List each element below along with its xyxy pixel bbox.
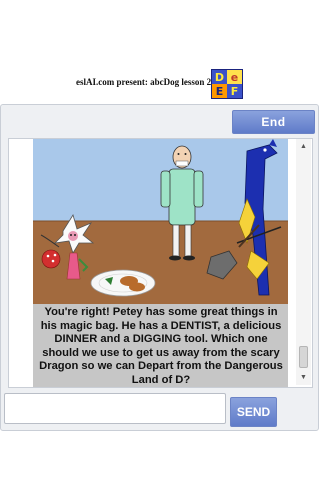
dinner-plate: [90, 269, 156, 297]
scroll-up-icon[interactable]: ▲: [298, 141, 309, 152]
page-title: eslAI.com present: abcDog lesson 2: [76, 77, 212, 87]
scroll-down-icon[interactable]: ▼: [298, 372, 309, 383]
lesson-illustration: [33, 139, 288, 304]
logo-letter: F: [227, 84, 242, 98]
end-button[interactable]: End: [232, 110, 315, 134]
chat-scrollbar[interactable]: ▲ ▼: [296, 139, 311, 385]
logo-letter: E: [212, 84, 227, 98]
message-bubble: You're right! Petey has some great thing…: [33, 304, 288, 387]
message-text: You're right! Petey has some great thing…: [39, 306, 283, 386]
chat-area[interactable]: You're right! Petey has some great thing…: [8, 138, 313, 388]
scroll-thumb[interactable]: [299, 346, 308, 368]
logo-letter: D: [212, 70, 227, 84]
message-input[interactable]: [4, 393, 226, 424]
logo-letter: e: [227, 70, 242, 84]
send-button[interactable]: SEND: [230, 397, 277, 427]
logo-icon: D e E F: [211, 69, 243, 99]
header: eslAI.com present: abcDog lesson 2 D e E…: [0, 66, 320, 102]
lesson-scene: [33, 139, 288, 304]
